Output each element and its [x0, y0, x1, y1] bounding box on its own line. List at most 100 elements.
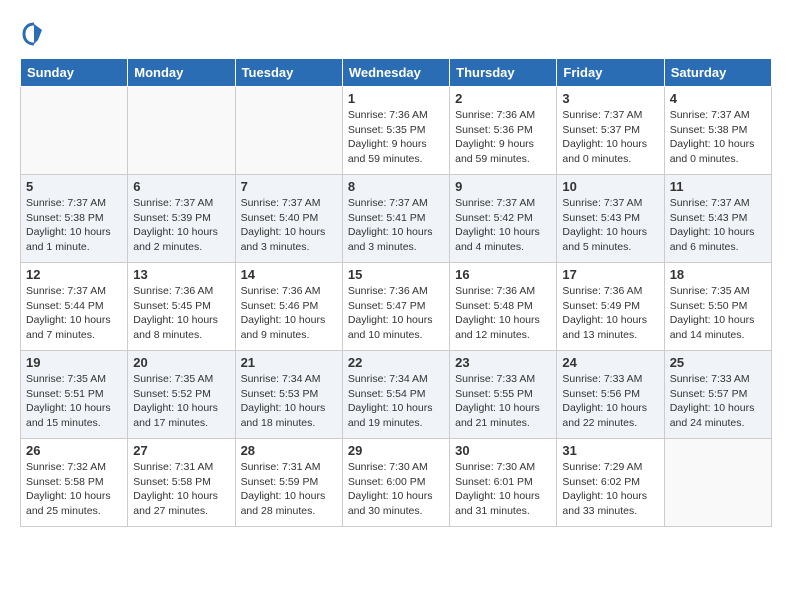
- week-row-3: 12Sunrise: 7:37 AM Sunset: 5:44 PM Dayli…: [21, 263, 772, 351]
- day-cell-22: 22 Sunrise: 7:34 AM Sunset: 5:54 PM Dayli…: [342, 351, 449, 439]
- day-cell-20: 20Sunrise: 7:35 AM Sunset: 5:52 PM Dayli…: [128, 351, 235, 439]
- day-info: Sunrise: 7:37 AM Sunset: 5:40 PM Dayligh…: [241, 196, 337, 255]
- day-number: 14: [241, 267, 337, 282]
- day-cell-3: 3 Sunrise: 7:37 AM Sunset: 5:37 PM Daylig…: [557, 87, 664, 175]
- weekday-header-saturday: Saturday: [664, 59, 771, 87]
- day-number: 9: [455, 179, 551, 194]
- day-info: Sunrise: 7:34 AM Sunset: 5:54 PM Dayligh…: [348, 372, 444, 431]
- day-info: Sunrise: 7:31 AM Sunset: 5:59 PM Dayligh…: [241, 460, 337, 519]
- weekday-header-monday: Monday: [128, 59, 235, 87]
- day-info: Sunrise: 7:37 AM Sunset: 5:38 PM Dayligh…: [26, 196, 122, 255]
- weekday-header-thursday: Thursday: [450, 59, 557, 87]
- day-info: Sunrise: 7:33 AM Sunset: 5:55 PM Dayligh…: [455, 372, 551, 431]
- page-header: [20, 20, 772, 48]
- day-info: Sunrise: 7:35 AM Sunset: 5:52 PM Dayligh…: [133, 372, 229, 431]
- day-number: 8: [348, 179, 444, 194]
- day-info: Sunrise: 7:33 AM Sunset: 5:57 PM Dayligh…: [670, 372, 766, 431]
- day-info: Sunrise: 7:36 AM Sunset: 5:45 PM Dayligh…: [133, 284, 229, 343]
- day-number: 29: [348, 443, 444, 458]
- day-info: Sunrise: 7:36 AM Sunset: 5:47 PM Dayligh…: [348, 284, 444, 343]
- day-number: 23: [455, 355, 551, 370]
- empty-cell: [128, 87, 235, 175]
- day-info: Sunrise: 7:37 AM Sunset: 5:42 PM Dayligh…: [455, 196, 551, 255]
- logo: [20, 20, 52, 48]
- day-number: 22: [348, 355, 444, 370]
- calendar-table: SundayMondayTuesdayWednesdayThursdayFrid…: [20, 58, 772, 527]
- day-cell-31: 31 Sunrise: 7:29 AM Sunset: 6:02 PM Dayli…: [557, 439, 664, 527]
- day-number: 21: [241, 355, 337, 370]
- day-number: 12: [26, 267, 122, 282]
- weekday-header-wednesday: Wednesday: [342, 59, 449, 87]
- week-row-1: 1 Sunrise: 7:36 AM Sunset: 5:35 PM Daylig…: [21, 87, 772, 175]
- week-row-2: 5 Sunrise: 7:37 AM Sunset: 5:38 PM Daylig…: [21, 175, 772, 263]
- day-cell-21: 21 Sunrise: 7:34 AM Sunset: 5:53 PM Dayli…: [235, 351, 342, 439]
- day-number: 27: [133, 443, 229, 458]
- day-number: 18: [670, 267, 766, 282]
- day-info: Sunrise: 7:30 AM Sunset: 6:00 PM Dayligh…: [348, 460, 444, 519]
- empty-cell: [21, 87, 128, 175]
- day-number: 11: [670, 179, 766, 194]
- day-cell-19: 19 Sunrise: 7:35 AM Sunset: 5:51 PM Dayli…: [21, 351, 128, 439]
- day-cell-11: 11 Sunrise: 7:37 AM Sunset: 5:43 PM Dayli…: [664, 175, 771, 263]
- day-cell-27: 27 Sunrise: 7:31 AM Sunset: 5:58 PM Dayli…: [128, 439, 235, 527]
- day-number: 17: [562, 267, 658, 282]
- day-number: 5: [26, 179, 122, 194]
- day-number: 28: [241, 443, 337, 458]
- weekday-header-friday: Friday: [557, 59, 664, 87]
- day-cell-5: 5 Sunrise: 7:37 AM Sunset: 5:38 PM Daylig…: [21, 175, 128, 263]
- day-info: Sunrise: 7:36 AM Sunset: 5:36 PM Dayligh…: [455, 108, 551, 167]
- day-info: Sunrise: 7:34 AM Sunset: 5:53 PM Dayligh…: [241, 372, 337, 431]
- day-info: Sunrise: 7:36 AM Sunset: 5:35 PM Dayligh…: [348, 108, 444, 167]
- day-cell-15: 15 Sunrise: 7:36 AM Sunset: 5:47 PM Dayli…: [342, 263, 449, 351]
- day-cell-1: 1 Sunrise: 7:36 AM Sunset: 5:35 PM Daylig…: [342, 87, 449, 175]
- day-number: 24: [562, 355, 658, 370]
- empty-cell: [664, 439, 771, 527]
- weekday-header-row: SundayMondayTuesdayWednesdayThursdayFrid…: [21, 59, 772, 87]
- day-cell-6: 6Sunrise: 7:37 AM Sunset: 5:39 PM Daylig…: [128, 175, 235, 263]
- empty-cell: [235, 87, 342, 175]
- day-number: 2: [455, 91, 551, 106]
- day-number: 3: [562, 91, 658, 106]
- day-number: 7: [241, 179, 337, 194]
- day-info: Sunrise: 7:31 AM Sunset: 5:58 PM Dayligh…: [133, 460, 229, 519]
- day-number: 1: [348, 91, 444, 106]
- day-number: 31: [562, 443, 658, 458]
- weekday-header-tuesday: Tuesday: [235, 59, 342, 87]
- day-number: 13: [133, 267, 229, 282]
- day-info: Sunrise: 7:36 AM Sunset: 5:46 PM Dayligh…: [241, 284, 337, 343]
- week-row-4: 19 Sunrise: 7:35 AM Sunset: 5:51 PM Dayli…: [21, 351, 772, 439]
- day-cell-9: 9 Sunrise: 7:37 AM Sunset: 5:42 PM Daylig…: [450, 175, 557, 263]
- day-info: Sunrise: 7:37 AM Sunset: 5:41 PM Dayligh…: [348, 196, 444, 255]
- day-number: 19: [26, 355, 122, 370]
- day-info: Sunrise: 7:35 AM Sunset: 5:51 PM Dayligh…: [26, 372, 122, 431]
- day-cell-17: 17 Sunrise: 7:36 AM Sunset: 5:49 PM Dayli…: [557, 263, 664, 351]
- logo-icon: [20, 20, 48, 48]
- day-number: 16: [455, 267, 551, 282]
- day-info: Sunrise: 7:33 AM Sunset: 5:56 PM Dayligh…: [562, 372, 658, 431]
- day-info: Sunrise: 7:37 AM Sunset: 5:43 PM Dayligh…: [670, 196, 766, 255]
- day-info: Sunrise: 7:32 AM Sunset: 5:58 PM Dayligh…: [26, 460, 122, 519]
- day-cell-26: 26Sunrise: 7:32 AM Sunset: 5:58 PM Dayli…: [21, 439, 128, 527]
- day-number: 6: [133, 179, 229, 194]
- day-info: Sunrise: 7:36 AM Sunset: 5:49 PM Dayligh…: [562, 284, 658, 343]
- weekday-header-sunday: Sunday: [21, 59, 128, 87]
- day-cell-4: 4Sunrise: 7:37 AM Sunset: 5:38 PM Daylig…: [664, 87, 771, 175]
- day-info: Sunrise: 7:35 AM Sunset: 5:50 PM Dayligh…: [670, 284, 766, 343]
- day-number: 15: [348, 267, 444, 282]
- day-cell-14: 14 Sunrise: 7:36 AM Sunset: 5:46 PM Dayli…: [235, 263, 342, 351]
- day-cell-8: 8 Sunrise: 7:37 AM Sunset: 5:41 PM Daylig…: [342, 175, 449, 263]
- day-info: Sunrise: 7:37 AM Sunset: 5:43 PM Dayligh…: [562, 196, 658, 255]
- day-cell-28: 28 Sunrise: 7:31 AM Sunset: 5:59 PM Dayli…: [235, 439, 342, 527]
- day-cell-23: 23 Sunrise: 7:33 AM Sunset: 5:55 PM Dayli…: [450, 351, 557, 439]
- day-info: Sunrise: 7:30 AM Sunset: 6:01 PM Dayligh…: [455, 460, 551, 519]
- week-row-5: 26Sunrise: 7:32 AM Sunset: 5:58 PM Dayli…: [21, 439, 772, 527]
- day-info: Sunrise: 7:36 AM Sunset: 5:48 PM Dayligh…: [455, 284, 551, 343]
- day-cell-12: 12Sunrise: 7:37 AM Sunset: 5:44 PM Dayli…: [21, 263, 128, 351]
- day-cell-7: 7 Sunrise: 7:37 AM Sunset: 5:40 PM Daylig…: [235, 175, 342, 263]
- day-number: 25: [670, 355, 766, 370]
- day-info: Sunrise: 7:37 AM Sunset: 5:37 PM Dayligh…: [562, 108, 658, 167]
- day-cell-30: 30Sunrise: 7:30 AM Sunset: 6:01 PM Dayli…: [450, 439, 557, 527]
- day-info: Sunrise: 7:29 AM Sunset: 6:02 PM Dayligh…: [562, 460, 658, 519]
- day-cell-10: 10Sunrise: 7:37 AM Sunset: 5:43 PM Dayli…: [557, 175, 664, 263]
- day-number: 4: [670, 91, 766, 106]
